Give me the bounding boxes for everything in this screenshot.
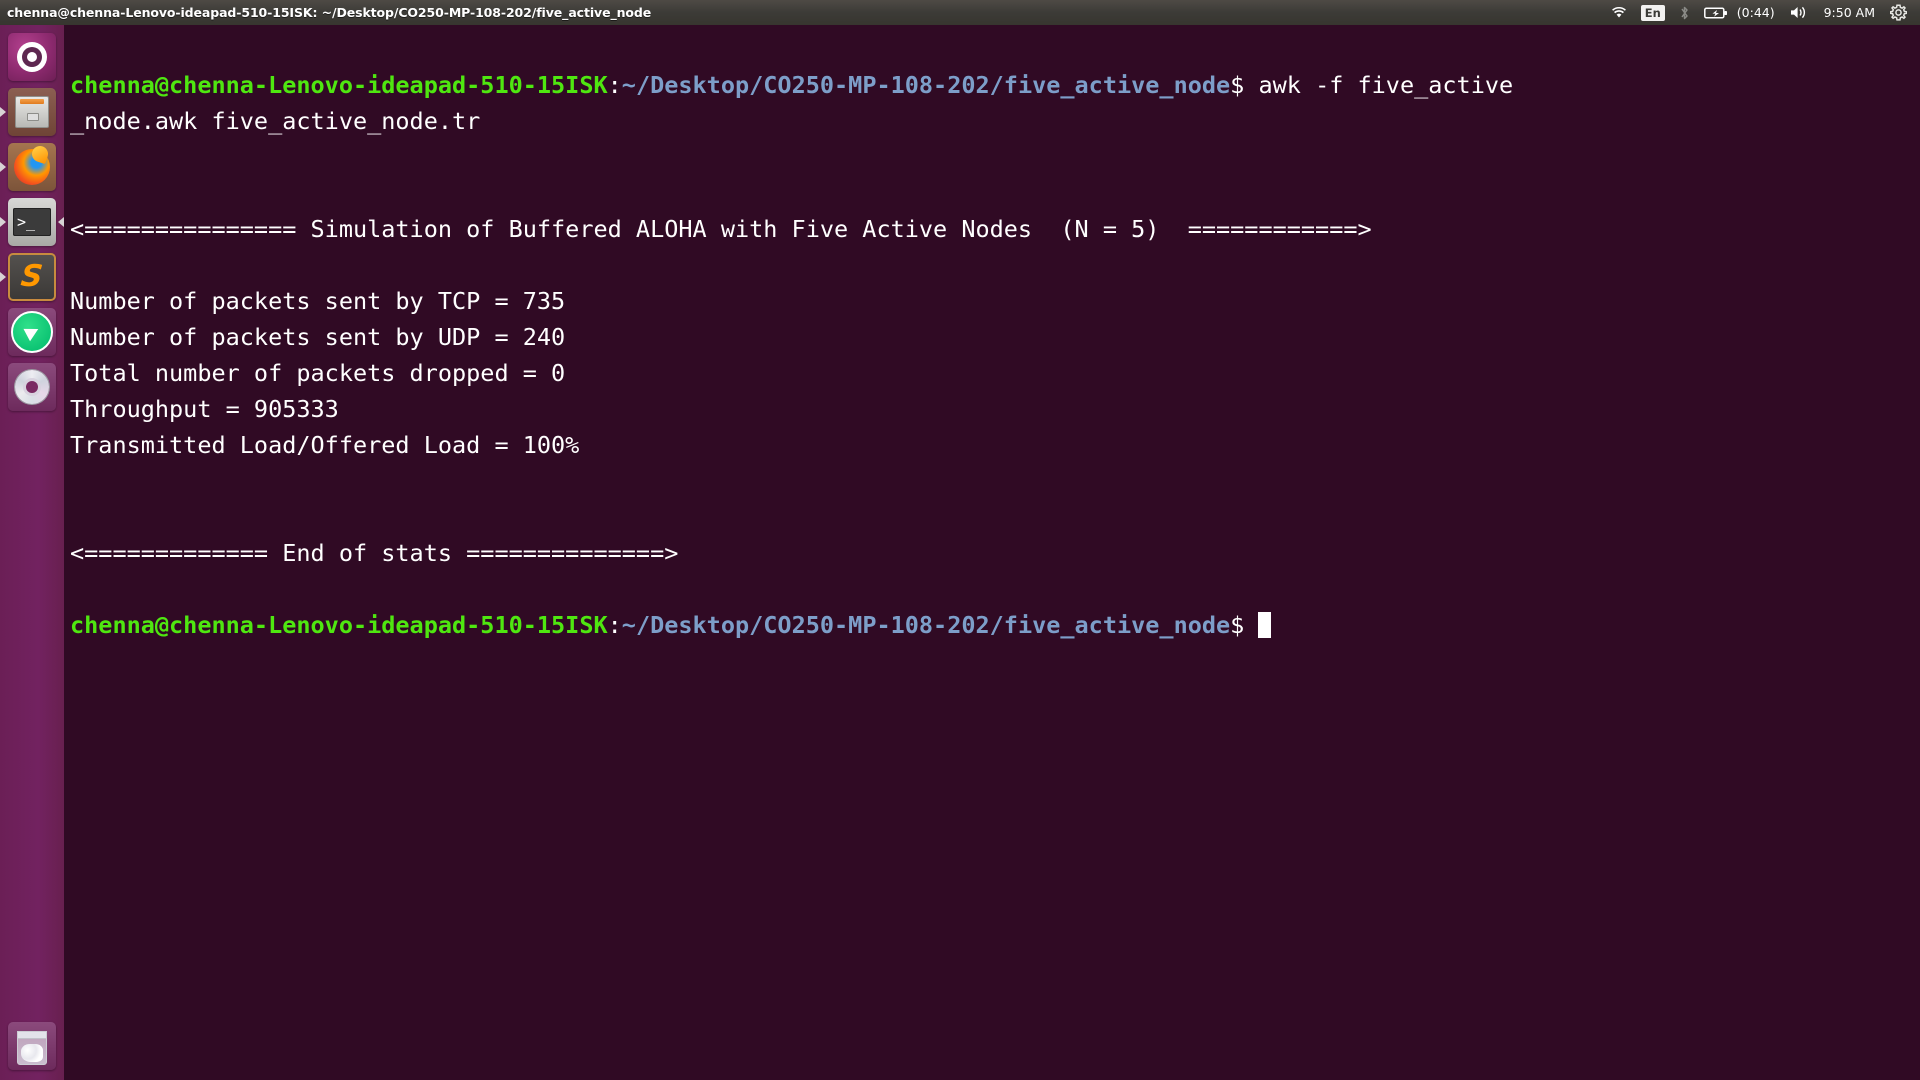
launcher-item-files[interactable] (0, 88, 64, 136)
prompt-line-current: chenna@chenna-Lenovo-ideapad-510-15ISK:~… (70, 607, 1920, 643)
stat-line-dropped: Total number of packets dropped = 0 (70, 359, 566, 387)
command-line-1: chenna@chenna-Lenovo-ideapad-510-15ISK:~… (70, 67, 1920, 103)
bluetooth-icon[interactable] (1672, 0, 1697, 25)
prompt-separator: : (607, 71, 622, 99)
terminal-window[interactable]: chenna@chenna-Lenovo-ideapad-510-15ISK:~… (64, 25, 1920, 1080)
command-line-2-wrapped: _node.awk five_active_node.tr (70, 107, 481, 135)
top-panel: chenna@chenna-Lenovo-ideapad-510-15ISK: … (0, 0, 1920, 25)
prompt-user-host: chenna@chenna-Lenovo-ideapad-510-15ISK (70, 611, 608, 639)
running-indicator-left (0, 217, 6, 227)
running-indicator-left (0, 107, 6, 117)
launcher-item-telegram[interactable] (0, 308, 64, 356)
files-icon (8, 88, 56, 136)
desktop-screen: chenna@chenna-Lenovo-ideapad-510-15ISK: … (0, 0, 1920, 1080)
prompt-sigil: $ (1230, 611, 1245, 639)
prompt-path: ~/Desktop/CO250-MP-108-202/five_active_n… (621, 611, 1231, 639)
telegram-icon (8, 308, 56, 356)
output-header: <=============== Simulation of Buffered … (70, 215, 1372, 243)
system-tray: En (0:44) 9:50 AM (1604, 0, 1920, 25)
running-indicator-left (0, 272, 6, 282)
running-indicator-left (0, 162, 6, 172)
prompt-sigil: $ (1230, 71, 1245, 99)
text-cursor (1258, 612, 1272, 638)
terminal-icon: >_ (8, 198, 56, 246)
launcher-item-sublime-text[interactable]: S (0, 253, 64, 301)
firefox-icon (8, 143, 56, 191)
stat-line-udp: Number of packets sent by UDP = 240 (70, 323, 566, 351)
battery-icon[interactable] (1697, 0, 1735, 25)
clock[interactable]: 9:50 AM (1816, 0, 1883, 25)
sublime-text-icon: S (8, 253, 56, 301)
gear-icon[interactable] (1883, 0, 1914, 25)
output-footer: <============= End of stats ============… (70, 539, 679, 567)
ubuntu-dash-icon (8, 33, 56, 81)
keyboard-layout-label: En (1640, 4, 1665, 21)
trash-icon (8, 1022, 56, 1070)
battery-time-remaining: (0:44) (1736, 5, 1775, 20)
wifi-icon[interactable] (1604, 0, 1634, 25)
focused-indicator-right (58, 217, 64, 227)
prompt-separator: : (607, 611, 622, 639)
launcher-item-ubuntu-dash[interactable] (0, 33, 64, 81)
launcher-item-firefox[interactable] (0, 143, 64, 191)
stat-line-throughput: Throughput = 905333 (70, 395, 339, 423)
launcher-item-trash[interactable] (0, 1015, 64, 1070)
disc-icon (8, 363, 56, 411)
unity-launcher: >_ S (0, 25, 64, 1080)
stat-line-tcp: Number of packets sent by TCP = 735 (70, 287, 566, 315)
keyboard-layout-indicator[interactable]: En (1634, 0, 1672, 25)
prompt-user-host: chenna@chenna-Lenovo-ideapad-510-15ISK (70, 71, 608, 99)
launcher-item-disc[interactable] (0, 363, 64, 411)
launcher-item-terminal[interactable]: >_ (0, 198, 64, 246)
window-title: chenna@chenna-Lenovo-ideapad-510-15ISK: … (7, 5, 652, 20)
stat-line-load: Transmitted Load/Offered Load = 100% (70, 431, 580, 459)
volume-icon[interactable] (1782, 0, 1816, 25)
prompt-path: ~/Desktop/CO250-MP-108-202/five_active_n… (621, 71, 1231, 99)
command-text-part1: awk -f five_active (1244, 71, 1514, 99)
terminal-output: chenna@chenna-Lenovo-ideapad-510-15ISK:~… (68, 31, 1920, 643)
